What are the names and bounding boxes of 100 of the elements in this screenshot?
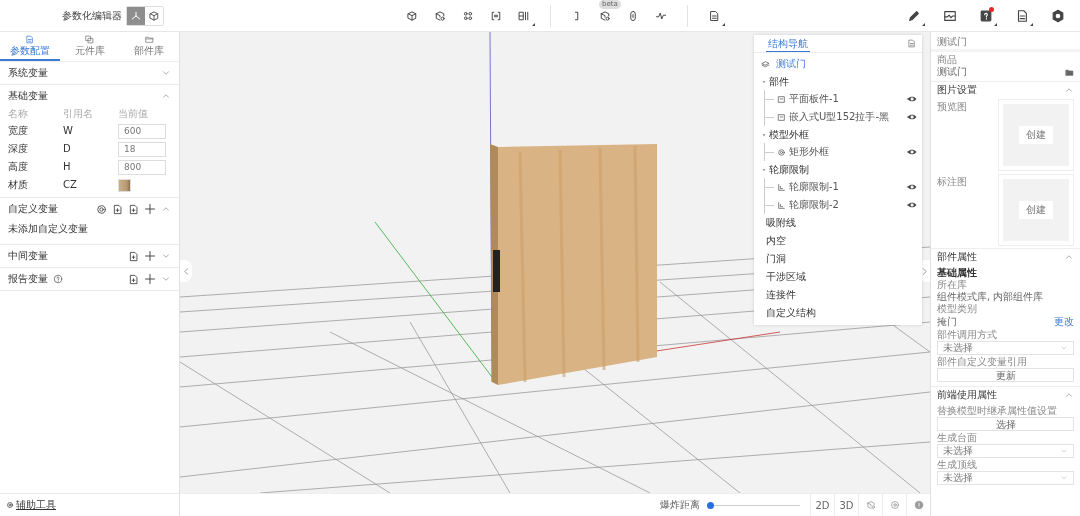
variable-ref: W [63, 124, 74, 138]
variable-name: 深度 [8, 142, 29, 156]
pencil-icon [907, 8, 921, 23]
variable-ref: CZ [63, 178, 78, 192]
caret-down-icon[interactable] [761, 78, 767, 85]
column-header: 名称 [8, 107, 29, 121]
section-title: 中间变量 [8, 249, 48, 263]
tree-item[interactable]: 轮廓限制-1 [789, 180, 904, 194]
view-button[interactable]: 3D [834, 493, 858, 516]
chevron-left-icon [181, 266, 191, 276]
section-title: 自定义变量 [8, 202, 58, 216]
tree-category[interactable]: 连接件 [754, 286, 922, 304]
target-icon[interactable] [96, 203, 107, 215]
tree-root[interactable]: 测试门 [776, 57, 806, 71]
section-title: 报告变量 [8, 272, 48, 286]
view-button[interactable]: 2D [810, 493, 834, 516]
empty-message: 未添加自定义变量 [7, 222, 89, 236]
variable-ref: H [63, 160, 72, 174]
axes-icon [130, 9, 142, 22]
tree-group[interactable]: 模型外框 [769, 127, 809, 142]
document-icon [1015, 8, 1029, 23]
section-title: 图片设置 [937, 83, 977, 97]
section-title: 系统变量 [8, 66, 48, 80]
dropdown[interactable]: 未选择 [937, 341, 1074, 355]
tree-category[interactable]: 吸附线 [754, 214, 922, 232]
panel-tab[interactable]: 参数配置 [0, 32, 60, 61]
select-button[interactable]: 选择 [937, 417, 1074, 431]
gear-icon [6, 501, 14, 509]
tree-item[interactable]: 嵌入式U型152拉手-黑 [789, 110, 904, 124]
subsection-title: 基础属性 [937, 267, 978, 279]
variable-name: 高度 [8, 160, 29, 174]
brackets-icon [490, 9, 502, 22]
variable-ref: D [63, 142, 72, 156]
tree-category[interactable]: 干涉区域 [754, 268, 922, 286]
add-icon[interactable] [144, 203, 156, 215]
caret-down-icon[interactable] [761, 166, 767, 173]
field-value: 测试门 [937, 66, 967, 78]
value-field[interactable]: 800 [118, 159, 166, 175]
field-label: 生成台面 [937, 432, 978, 444]
section-title: 前端使用属性 [937, 388, 997, 402]
image-icon [943, 8, 957, 23]
object-title: 测试门 [931, 32, 1080, 52]
field-label: 预览图 [937, 101, 967, 114]
cube-search-icon [599, 9, 611, 22]
columns-icon [518, 9, 530, 22]
document-icon [25, 35, 35, 44]
chevron-down-icon [1060, 474, 1068, 482]
field-label: 部件调用方式 [937, 329, 998, 341]
panel-tab[interactable]: 部件库 [119, 32, 179, 61]
panel-tab[interactable]: 结构导航 [766, 37, 810, 52]
panel-tab[interactable]: 元件库 [59, 32, 120, 61]
field-label: 所在库 [937, 279, 968, 291]
section-title: 基础变量 [8, 89, 48, 103]
caret-down-icon[interactable] [761, 131, 767, 138]
update-button[interactable]: 更新 [937, 368, 1074, 382]
field-label: 替换模型时继承属性值设置 [937, 405, 1058, 417]
square-icon [777, 94, 786, 104]
add-icon[interactable] [144, 273, 156, 285]
field-label: 商品 [937, 54, 958, 66]
gear-icon [777, 147, 786, 157]
contour-icon [777, 182, 786, 192]
tree-group[interactable]: 轮廓限制 [769, 162, 809, 177]
tool-link[interactable]: 辅助工具 [16, 498, 56, 512]
cube-icon [406, 9, 418, 22]
material-swatch[interactable] [118, 178, 131, 192]
folder-icon [144, 35, 154, 44]
document-icon [708, 9, 720, 22]
add-icon[interactable] [144, 250, 156, 262]
view-mode-button[interactable] [127, 6, 145, 25]
help-icon [979, 8, 993, 23]
tree-category[interactable]: 自定义结构 [754, 304, 922, 322]
slider-thumb[interactable] [707, 501, 714, 509]
column-header: 引用名 [63, 107, 94, 121]
dots-icon [462, 9, 474, 22]
import-icon[interactable] [128, 273, 139, 285]
value-field[interactable]: 18 [118, 141, 166, 157]
tree-item[interactable]: 平面板件-1 [789, 92, 904, 106]
tree-category[interactable]: 门洞 [754, 250, 922, 268]
tree-category[interactable]: 内空 [754, 232, 922, 250]
change-link[interactable]: 更改 [1054, 315, 1074, 329]
tree-item[interactable]: 轮廓限制-2 [789, 198, 904, 212]
variable-name: 宽度 [8, 124, 29, 138]
dropdown[interactable]: 未选择 [937, 444, 1074, 458]
import-icon[interactable] [128, 250, 139, 262]
copy-icon [85, 35, 94, 44]
section-title: 部件属性 [937, 250, 977, 264]
cube-icon [148, 9, 160, 22]
create-button[interactable]: 创建 [1019, 201, 1053, 219]
help-icon [53, 274, 63, 284]
dropdown[interactable]: 未选择 [937, 471, 1074, 485]
tree-group[interactable]: 部件 [769, 74, 789, 89]
layers-icon [761, 59, 770, 69]
field-label: 标注图 [937, 176, 967, 189]
import-icon[interactable] [112, 203, 123, 215]
folder-icon[interactable] [1065, 67, 1074, 77]
tree-item[interactable]: 矩形外框 [789, 145, 904, 159]
create-button[interactable]: 创建 [1019, 126, 1053, 144]
import-icon[interactable] [128, 203, 139, 215]
value-field[interactable]: 600 [118, 123, 166, 139]
info-icon [913, 500, 924, 510]
